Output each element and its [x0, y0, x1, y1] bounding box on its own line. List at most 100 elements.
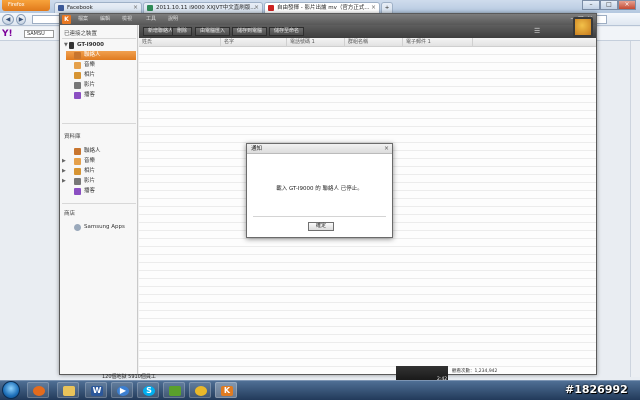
photo-icon: [74, 168, 81, 175]
sidebar-item-label: Samsung Apps: [84, 224, 125, 230]
tab-firmware[interactable]: 2011.10.11 i9000 XXJVT中文直刷版... ×: [143, 2, 263, 13]
chevron-right-icon[interactable]: ▶: [62, 157, 66, 166]
start-button[interactable]: [2, 381, 20, 399]
divider: [62, 38, 136, 39]
list-view-icon[interactable]: ☰: [534, 27, 540, 35]
device-name: GT-I9000: [77, 42, 104, 48]
col-group[interactable]: 群組名稱: [345, 38, 403, 47]
library-item-contacts[interactable]: 聯絡人: [66, 147, 136, 156]
new-tab-button[interactable]: +: [381, 2, 393, 13]
taskbar-chat[interactable]: [189, 382, 211, 398]
minimize-button[interactable]: –: [582, 0, 600, 10]
game-icon: [169, 386, 181, 396]
podcast-icon: [74, 92, 81, 99]
sidebar-item-podcasts[interactable]: 播客: [66, 91, 136, 100]
firefox-icon: [33, 386, 45, 396]
store-icon: [74, 224, 81, 231]
window-controls: – □ ×: [582, 0, 638, 11]
taskbar-word[interactable]: W: [85, 382, 107, 398]
dialog-title: 通知: [247, 144, 392, 154]
chevron-down-icon[interactable]: ▼: [64, 41, 68, 50]
youtube-icon: [268, 5, 274, 11]
maximize-button[interactable]: □: [600, 0, 618, 10]
tab-facebook[interactable]: Facebook ×: [54, 2, 142, 13]
close-icon[interactable]: ×: [371, 3, 376, 13]
sidebar-item-label: 影片: [84, 178, 96, 184]
save-to-pc-button[interactable]: 儲存到電腦: [232, 27, 268, 36]
contacts-icon: [74, 148, 81, 155]
chat-icon: [195, 386, 207, 396]
delete-button[interactable]: 刪除: [172, 27, 193, 36]
menu-view[interactable]: 檢視: [122, 14, 132, 25]
back-button[interactable]: ◀: [2, 14, 14, 25]
user-avatar[interactable]: [573, 17, 593, 37]
divider: [253, 216, 386, 217]
taskbar-firefox[interactable]: [27, 382, 49, 398]
sidebar-item-videos[interactable]: 影片: [66, 81, 136, 90]
sidebar-item-photos[interactable]: 相片: [66, 71, 136, 80]
close-icon[interactable]: ×: [384, 144, 389, 154]
taskbar-player[interactable]: ▶: [111, 382, 133, 398]
store-item-samsung-apps[interactable]: Samsung Apps: [66, 223, 136, 232]
device-item[interactable]: ▼ GT-I9000: [63, 41, 133, 50]
sidebar-item-label: 聯絡人: [84, 148, 101, 154]
player-icon: ▶: [117, 386, 129, 396]
search-input[interactable]: SAMSU: [24, 30, 54, 38]
menu-file[interactable]: 檔案: [78, 14, 88, 25]
sidebar-item-label: 音樂: [84, 158, 96, 164]
phone-icon: [69, 42, 74, 49]
close-window-button[interactable]: ×: [618, 0, 636, 10]
contacts-icon: [74, 52, 81, 59]
taskbar-explorer[interactable]: [57, 382, 79, 398]
menu-help[interactable]: 說明: [168, 14, 178, 25]
kies-logo: K: [62, 15, 71, 24]
music-icon: [74, 158, 81, 165]
sidebar-item-label: 音樂: [84, 62, 96, 68]
import-from-pc-button[interactable]: 由電腦匯入: [195, 27, 231, 36]
close-icon[interactable]: ×: [254, 3, 259, 13]
taskbar-kies[interactable]: K: [215, 382, 237, 398]
sidebar-item-label: 相片: [84, 72, 96, 78]
sidebar-item-contacts[interactable]: 聯絡人: [66, 51, 136, 60]
library-item-photos[interactable]: ▶ 相片: [62, 167, 136, 176]
kies-icon: K: [221, 386, 233, 396]
contacts-toolbar: 新增聯絡人 刪除 由電腦匯入 儲存到電腦 儲存至命名 ☰: [139, 25, 596, 38]
video-caption[interactable]: 120個地獄 5910個員工: [102, 373, 156, 380]
tab-label: 自由發揮 - 影片出爐 mv（官方正式...: [277, 5, 370, 11]
tab-youtube[interactable]: 自由發揮 - 影片出爐 mv（官方正式... ×: [264, 2, 380, 13]
col-email[interactable]: 電子郵件 1: [403, 38, 473, 47]
col-last-name[interactable]: 姓氏: [139, 38, 221, 47]
forward-button[interactable]: ▶: [16, 14, 26, 25]
sidebar-item-label: 播客: [84, 188, 96, 194]
col-phone[interactable]: 電話號碼 1: [287, 38, 345, 47]
folder-icon: [63, 386, 75, 396]
ok-button[interactable]: 確定: [308, 222, 334, 231]
store-header: 商店: [64, 211, 76, 217]
library-item-podcasts[interactable]: 播客: [66, 187, 136, 196]
chevron-right-icon[interactable]: ▶: [62, 167, 66, 176]
dialog-message: 載入 GT-I9000 的 聯絡人 已停止。: [276, 186, 363, 192]
divider: [62, 123, 136, 124]
col-first-name[interactable]: 名字: [221, 38, 287, 47]
photo-icon: [74, 72, 81, 79]
podcast-icon: [74, 188, 81, 195]
library-item-videos[interactable]: ▶ 影片: [62, 177, 136, 186]
taskbar-skype[interactable]: S: [137, 382, 159, 398]
sidebar-item-label: 播客: [84, 92, 96, 98]
browser-scrollbar[interactable]: [630, 41, 640, 377]
chevron-right-icon[interactable]: ▶: [62, 177, 66, 186]
yahoo-logo: Y!: [2, 29, 13, 39]
kies-sidebar: 已連接之裝置 ▼ GT-I9000 聯絡人 音樂 相片 影片 播客 資料庫 聯絡…: [60, 25, 138, 374]
menu-tools[interactable]: 工具: [146, 14, 156, 25]
taskbar-game[interactable]: [163, 382, 185, 398]
video-icon: [74, 82, 81, 89]
sidebar-item-music[interactable]: 音樂: [66, 61, 136, 70]
firefox-menu-button[interactable]: Firefox: [2, 0, 50, 11]
library-item-music[interactable]: ▶ 音樂: [62, 157, 136, 166]
sidebar-item-label: 影片: [84, 82, 96, 88]
menu-edit[interactable]: 編輯: [100, 14, 110, 25]
music-icon: [74, 62, 81, 69]
video-icon: [74, 178, 81, 185]
close-icon[interactable]: ×: [133, 3, 138, 13]
save-as-button[interactable]: 儲存至命名: [269, 27, 305, 36]
